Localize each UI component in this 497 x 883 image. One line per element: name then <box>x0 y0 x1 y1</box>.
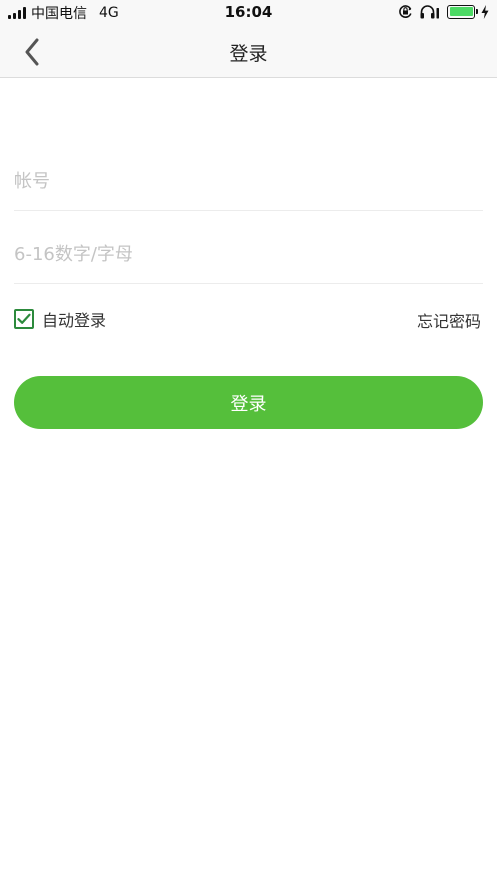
status-right <box>398 4 489 19</box>
battery-level <box>449 7 473 16</box>
auto-login-label: 自动登录 <box>42 311 107 330</box>
auto-login-toggle[interactable]: 自动登录 <box>14 307 106 331</box>
forgot-password-link[interactable]: 忘记密码 <box>417 308 481 332</box>
battery-icon <box>447 4 478 19</box>
auto-login-checkbox[interactable] <box>14 309 34 329</box>
status-bar: 中国电信 4G 16:04 <box>0 0 497 26</box>
password-input[interactable] <box>14 239 483 269</box>
checkmark-icon <box>17 313 31 324</box>
account-field <box>14 147 483 211</box>
page-title: 登录 <box>229 43 268 65</box>
orientation-lock-icon <box>399 5 412 18</box>
account-input[interactable] <box>14 166 483 196</box>
charging-icon <box>481 4 489 19</box>
headphones-icon <box>420 5 439 19</box>
login-button[interactable]: 登录 <box>14 376 483 429</box>
nav-bar: 登录 <box>0 26 497 78</box>
password-field <box>14 220 483 284</box>
